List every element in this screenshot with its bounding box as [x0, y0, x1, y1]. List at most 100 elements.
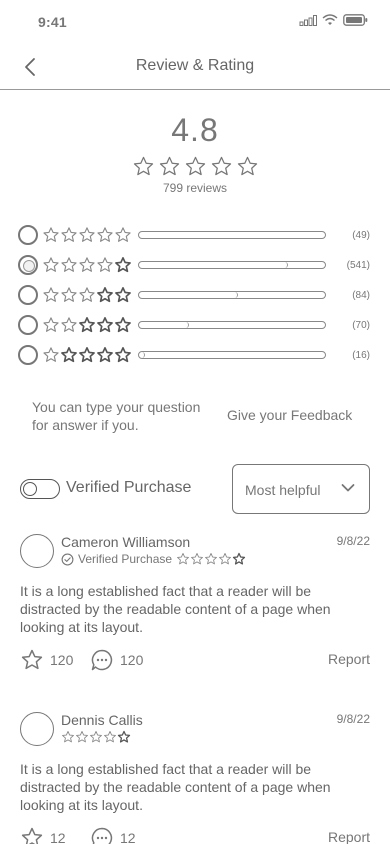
chevron-down-icon	[341, 484, 355, 492]
sort-dropdown[interactable]: Most helpful	[232, 464, 370, 514]
star-icon	[115, 227, 131, 242]
star-icon	[177, 553, 189, 565]
rating-summary: 4.8 799 reviews	[0, 112, 390, 195]
rating-row-4[interactable]: (541)	[18, 255, 372, 275]
like-count: 120	[50, 652, 74, 668]
like-button[interactable]: 120	[20, 648, 73, 672]
status-bar: 9:41	[0, 0, 390, 44]
star-icon	[61, 257, 77, 272]
star-icon	[104, 731, 116, 743]
rating-bar-fill	[139, 262, 288, 268]
review-stars	[176, 552, 246, 566]
review-count: 799 reviews	[162, 181, 228, 195]
rating-bar	[138, 261, 326, 269]
reviewer-name: Dennis Callis	[61, 712, 143, 728]
rating-filter-radio[interactable]	[18, 315, 38, 335]
rating-bar-fill	[139, 322, 190, 328]
review-meta	[61, 730, 131, 744]
star-icon	[237, 156, 257, 176]
star-icon	[211, 156, 231, 176]
star-icon	[185, 156, 205, 176]
star-icon	[76, 731, 88, 743]
rating-filter-radio[interactable]	[18, 225, 38, 245]
rating-bar	[138, 351, 326, 359]
feedback-hint: You can type your question for answer if…	[32, 399, 201, 433]
star-icon	[133, 156, 153, 176]
comment-icon	[91, 827, 113, 844]
rating-bar-fill	[139, 292, 238, 298]
review-stars	[61, 730, 131, 744]
star-icon	[97, 317, 113, 333]
rating-bar	[138, 321, 326, 329]
review-actions: 120 120 Report	[20, 648, 370, 672]
comment-icon	[91, 649, 113, 671]
rating-row-5[interactable]: (49)	[18, 225, 372, 245]
comment-count: 12	[120, 830, 136, 844]
comment-button[interactable]: 12	[90, 826, 136, 844]
rating-row-2[interactable]: (70)	[18, 315, 372, 335]
star-icon	[61, 347, 77, 363]
rating-row-1[interactable]: (16)	[18, 345, 372, 365]
rating-filter-radio[interactable]	[18, 255, 38, 275]
row-stars	[42, 286, 132, 304]
rating-row-3[interactable]: (84)	[18, 285, 372, 305]
star-icon	[115, 347, 131, 363]
star-icon	[97, 257, 113, 272]
like-button[interactable]: 12	[20, 826, 66, 844]
star-icon	[117, 730, 131, 743]
star-icon	[21, 827, 43, 844]
row-stars	[42, 256, 132, 274]
toggle-knob	[23, 481, 37, 496]
page-title: Review & Rating	[135, 57, 255, 74]
report-link[interactable]: Report	[328, 829, 370, 844]
star-icon	[191, 553, 203, 565]
rating-filter-radio[interactable]	[18, 345, 38, 365]
star-icon	[159, 156, 179, 176]
star-icon	[61, 317, 77, 332]
nav-bar: Review & Rating	[0, 44, 390, 90]
star-icon	[219, 553, 231, 565]
verified-purchase-toggle[interactable]	[20, 479, 60, 499]
like-count: 12	[50, 830, 66, 844]
review-date: 9/8/22	[336, 712, 370, 726]
star-icon	[79, 347, 95, 363]
report-link[interactable]: Report	[328, 651, 370, 667]
star-icon	[79, 257, 95, 272]
star-icon	[97, 287, 113, 303]
star-icon	[232, 552, 246, 565]
star-icon	[97, 347, 113, 363]
star-icon	[21, 649, 43, 670]
rating-count: (16)	[352, 349, 370, 361]
filters-bar: Verified Purchase Most helpful	[0, 464, 390, 514]
rating-count: (70)	[352, 319, 370, 331]
status-time: 9:41	[38, 14, 67, 30]
star-icon	[115, 287, 131, 303]
battery-icon	[343, 14, 368, 26]
rating-bar	[138, 291, 326, 299]
star-icon	[97, 227, 113, 242]
avatar	[20, 534, 54, 568]
star-icon	[79, 287, 95, 302]
star-icon	[61, 287, 77, 302]
rating-filter-radio[interactable]	[18, 285, 38, 305]
rating-count: (49)	[352, 229, 370, 241]
average-stars	[0, 155, 390, 178]
comment-count: 120	[120, 652, 144, 668]
signal-icon	[299, 14, 317, 26]
star-icon	[43, 227, 59, 242]
star-icon	[43, 347, 59, 362]
comment-button[interactable]: 120	[90, 648, 143, 672]
rating-bar	[138, 231, 326, 239]
give-feedback-link[interactable]: Give your Feedback	[227, 407, 352, 423]
check-circle-icon	[61, 553, 74, 565]
star-icon	[205, 553, 217, 565]
review-text: It is a long established fact that a rea…	[20, 583, 331, 635]
feedback-section: You can type your question for answer if…	[0, 398, 390, 438]
row-stars	[42, 346, 132, 364]
review-actions: 12 12 Report	[20, 826, 370, 844]
star-icon	[62, 731, 74, 743]
rating-distribution: (49) (541) (84) (70) (16)	[18, 225, 372, 375]
star-icon	[61, 227, 77, 242]
star-icon	[43, 287, 59, 302]
star-icon	[79, 227, 95, 242]
